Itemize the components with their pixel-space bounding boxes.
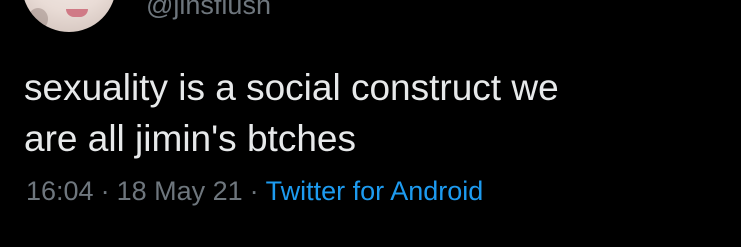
tweet-card: @jinsflush sexuality is a social constru…: [0, 0, 741, 247]
user-handle[interactable]: @jinsflush: [146, 0, 271, 19]
tweet-date[interactable]: 18 May 21: [117, 176, 243, 206]
tweet-meta: 16:04 · 18 May 21 · Twitter for Android: [26, 178, 483, 205]
tweet-text: sexuality is a social construct we are a…: [24, 67, 559, 159]
tweet-source-link[interactable]: Twitter for Android: [266, 176, 484, 206]
meta-separator: ·: [100, 176, 110, 206]
avatar[interactable]: [22, 0, 116, 32]
tweet-time[interactable]: 16:04: [26, 176, 94, 206]
avatar-mouth: [66, 9, 88, 17]
meta-separator: ·: [249, 176, 259, 206]
avatar-shading: [28, 8, 48, 30]
